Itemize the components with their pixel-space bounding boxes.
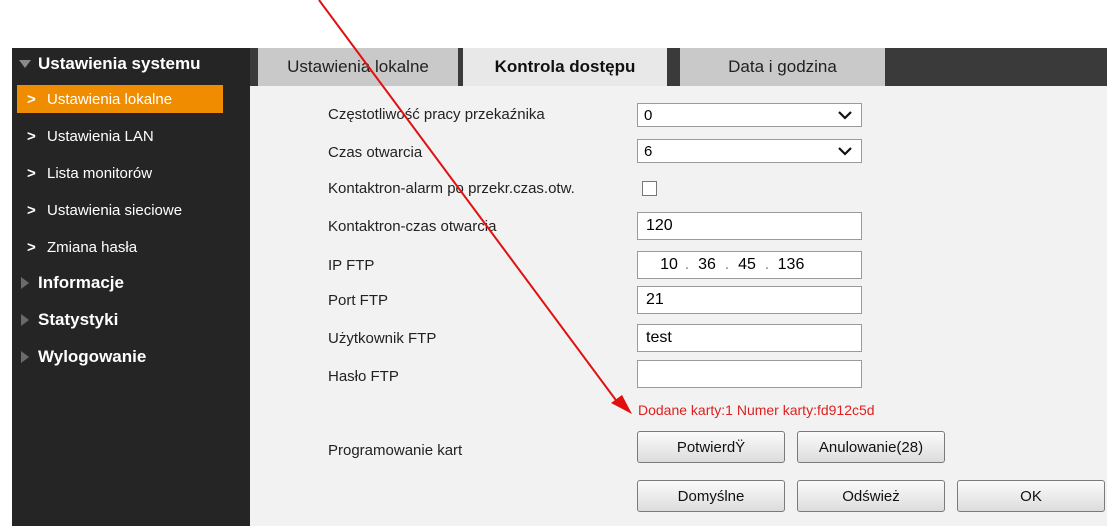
annotation-arrow-icon xyxy=(318,0,632,414)
